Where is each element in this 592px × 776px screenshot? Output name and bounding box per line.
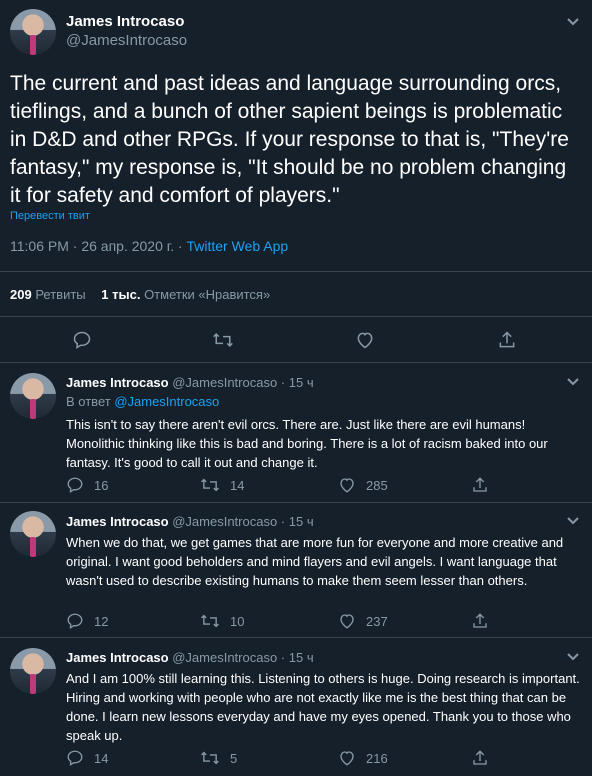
avatar[interactable] [10,511,56,557]
author-name[interactable]: James Introcaso [66,650,169,665]
author-meta[interactable]: @JamesIntrocaso · 15 ч [172,375,313,390]
share-button[interactable] [497,330,517,350]
reply-icon [73,331,91,349]
tweet-stats: 209 Ретвиты 1 тыс. Отметки «Нравится» [10,287,270,302]
likes-stat[interactable]: 1 тыс. Отметки «Нравится» [101,287,270,302]
avatar[interactable] [10,9,56,55]
divider [0,316,592,317]
author-meta[interactable]: @JamesIntrocaso · 15 ч [172,514,313,529]
retweet-count: 14 [230,477,245,493]
heart-icon [340,751,354,766]
heart-icon [340,478,354,493]
more-options-chevron-icon[interactable] [563,12,583,37]
like-count: 237 [366,613,388,629]
reply-icon [67,750,83,767]
share-button[interactable] [471,476,489,494]
reply-to-handle[interactable]: @JamesIntrocaso [114,394,219,409]
reply-button[interactable]: 16 [66,476,108,494]
author-name[interactable]: James Introcaso [66,514,169,529]
reply-count: 12 [94,613,109,629]
retweet-button[interactable]: 10 [200,612,244,630]
avatar[interactable] [10,373,56,419]
retweet-button[interactable]: 14 [200,476,244,494]
heart-icon [357,332,373,349]
reply-count: 16 [94,477,109,493]
retweet-button[interactable] [212,330,234,350]
reply-count: 14 [94,750,109,766]
retweets-label: Ретвиты [35,287,86,302]
retweet-icon [201,751,219,765]
retweet-count: 5 [230,750,238,766]
retweets-count: 209 [10,287,32,302]
divider [0,271,592,272]
avatar[interactable] [10,648,56,694]
reply-header: James Introcaso @JamesIntrocaso · 15 ч [66,514,314,529]
reply-icon [67,613,83,630]
reply-to-line: В ответ @JamesIntrocaso [66,394,219,409]
reply-text: This isn't to say there aren't evil orcs… [66,417,548,470]
share-button[interactable] [471,612,489,630]
reply-header: James Introcaso @JamesIntrocaso · 15 ч [66,375,314,390]
reply-button[interactable]: 14 [66,749,108,767]
author-name[interactable]: James Introcaso [66,375,169,390]
reply-button[interactable]: 12 [66,612,108,630]
author-name[interactable]: James Introcaso [66,13,184,30]
like-count: 216 [366,750,388,766]
more-options-chevron-icon[interactable] [563,372,583,397]
retweet-icon [201,614,219,628]
retweets-stat[interactable]: 209 Ретвиты [10,287,89,302]
reply-text: And I am 100% still learning this. Liste… [66,671,580,743]
retweet-button[interactable]: 5 [200,749,237,767]
reply-text: When we do that, we get games that are m… [66,535,564,588]
like-count: 285 [366,477,388,493]
author-handle[interactable]: @JamesIntrocaso [66,32,187,49]
like-button[interactable]: 216 [338,749,388,767]
share-icon [499,331,515,348]
translate-link[interactable]: Перевести твит [10,210,90,222]
reply-to-prefix: В ответ [66,394,115,409]
share-icon [473,750,487,765]
reply-tweet[interactable]: James Introcaso @JamesIntrocaso · 15 ч W… [0,503,592,638]
likes-count: 1 тыс. [101,287,141,302]
reply-button[interactable] [72,330,92,350]
tweet-text: The current and past ideas and language … [10,72,569,207]
retweet-icon [213,332,233,348]
share-icon [473,477,487,492]
share-icon [473,613,487,628]
reply-tweet[interactable]: James Introcaso @JamesIntrocaso · 15 ч В… [0,363,592,503]
timestamp-text[interactable]: 11:06 PM · 26 апр. 2020 г. · [10,238,186,254]
source-link[interactable]: Twitter Web App [186,238,288,254]
heart-icon [340,614,354,629]
tweet-timestamp: 11:06 PM · 26 апр. 2020 г. · Twitter Web… [10,238,288,254]
like-button[interactable]: 237 [338,612,388,630]
likes-label: Отметки «Нравится» [144,287,271,302]
author-meta[interactable]: @JamesIntrocaso · 15 ч [172,650,313,665]
share-button[interactable] [471,749,489,767]
like-button[interactable]: 285 [338,476,388,494]
retweet-icon [201,478,219,492]
like-button[interactable] [355,330,375,350]
reply-icon [67,477,83,494]
reply-header: James Introcaso @JamesIntrocaso · 15 ч [66,650,314,665]
retweet-count: 10 [230,613,245,629]
reply-tweet[interactable]: James Introcaso @JamesIntrocaso · 15 ч A… [0,638,592,776]
